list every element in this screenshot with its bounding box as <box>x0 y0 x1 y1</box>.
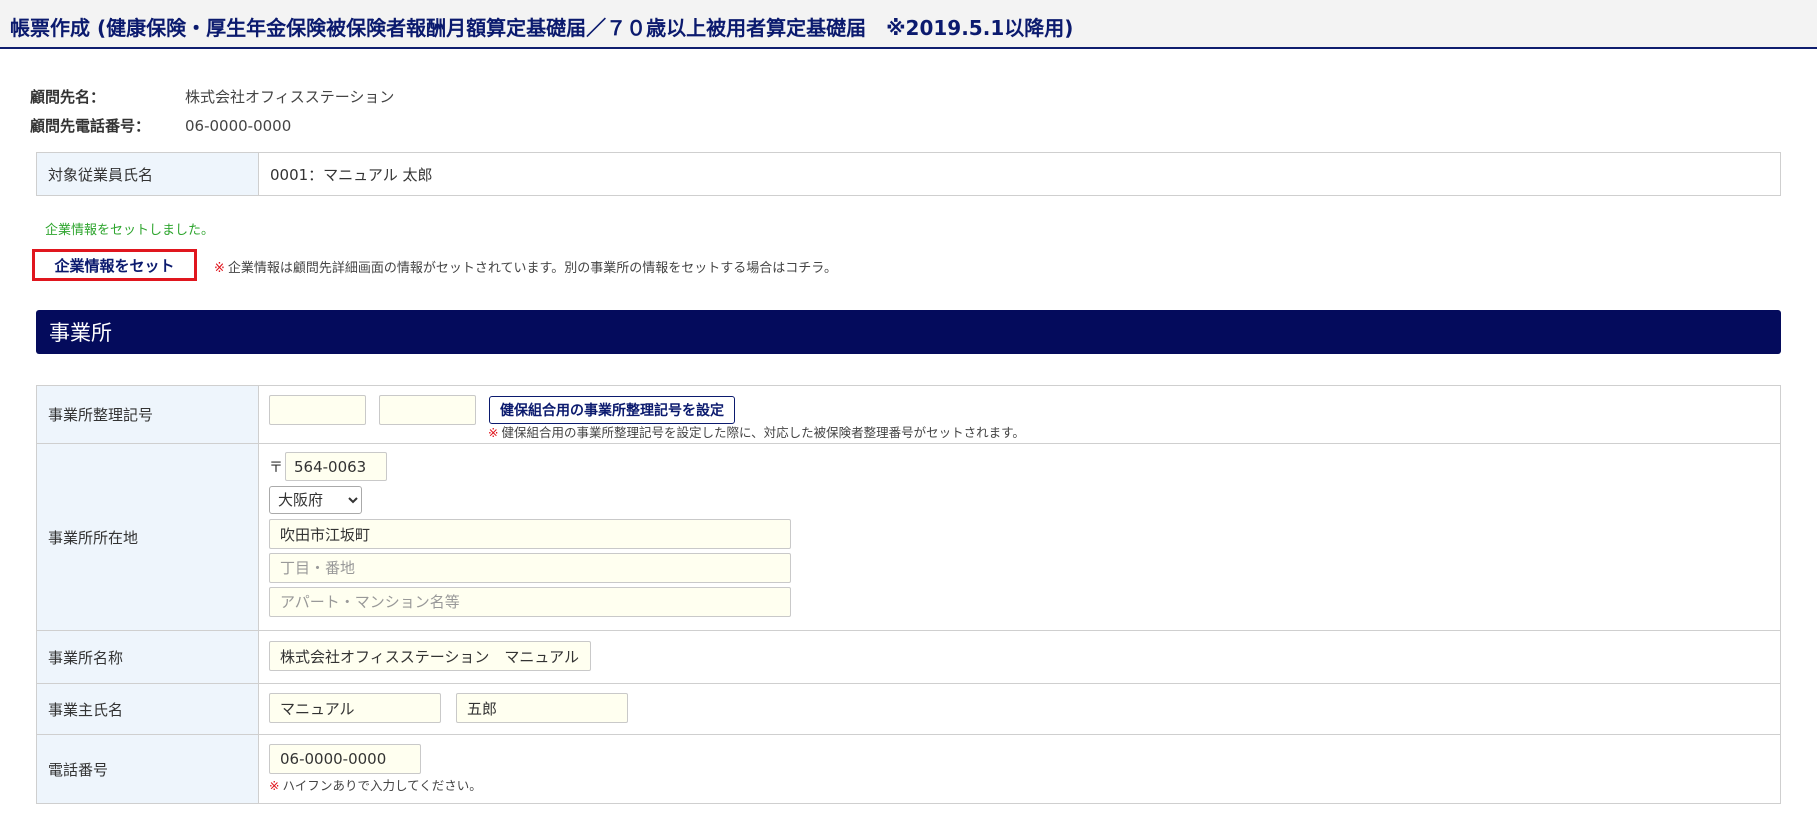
owner-last-name-input[interactable] <box>269 693 441 723</box>
client-phone-label: 顧問先電話番号： <box>30 117 151 135</box>
employee-value: 0001：マニュアル 太郎 <box>270 165 433 184</box>
company-info-note-text: 企業情報は顧問先詳細画面の情報がセットされています。別の事業所の情報をセットする… <box>227 261 837 276</box>
company-info-set-message: 企業情報をセットしました。 <box>45 223 215 238</box>
office-address-cell: 〒 大阪府 <box>259 444 1780 630</box>
office-code-note: ※ 健保組合用の事業所整理記号を設定した際に、対応した被保険者整理番号がセットされ… <box>488 422 1780 441</box>
owner-first-name-input[interactable] <box>456 693 628 723</box>
page-header: 帳票作成 (健康保険・厚生年金保険被保険者報酬月額算定基礎届／７０歳以上被用者算… <box>0 0 1817 49</box>
phone-label: 電話番号 <box>37 735 259 803</box>
note-mark: ※ <box>269 778 280 793</box>
office-name-cell <box>259 631 1780 683</box>
company-info-note: ※ 企業情報は顧問先詳細画面の情報がセットされています。別の事業所の情報をセットす… <box>214 257 837 276</box>
phone-input[interactable] <box>269 744 421 774</box>
row-owner-name: 事業主氏名 <box>37 684 1780 735</box>
office-name-label: 事業所名称 <box>37 631 259 683</box>
row-phone: 電話番号 ※ハイフンありで入力してください。 <box>37 735 1780 803</box>
client-info: 顧問先名： 株式会社オフィスステーション 顧問先電話番号： 06-0000-00… <box>30 82 394 140</box>
postal-code-input[interactable] <box>285 452 387 481</box>
employee-table: 対象従業員氏名 0001：マニュアル 太郎 <box>36 152 1781 196</box>
phone-cell: ※ハイフンありで入力してください。 <box>259 735 1780 803</box>
client-phone-value: 06-0000-0000 <box>185 116 292 135</box>
phone-note: ※ ハイフンありで入力してください。 <box>269 775 1780 794</box>
prefecture-select[interactable]: 大阪府 <box>269 486 362 514</box>
building-input[interactable] <box>269 587 791 617</box>
section-office-header: 事業所 <box>36 310 1781 354</box>
client-phone-row: 顧問先電話番号： 06-0000-0000 <box>30 111 394 140</box>
page-title: 帳票作成 (健康保険・厚生年金保険被保険者報酬月額算定基礎届／７０歳以上被用者算… <box>10 16 1074 40</box>
row-office-code: 事業所整理記号 健保組合用の事業所整理記号を設定 ※ 健保組合用の事業所整理記号を… <box>37 386 1780 444</box>
postal-mark: 〒 <box>269 459 283 476</box>
office-code-cell: 健保組合用の事業所整理記号を設定 ※ 健保組合用の事業所整理記号を設定した際に、対… <box>259 386 1780 443</box>
set-health-union-code-button[interactable]: 健保組合用の事業所整理記号を設定 <box>489 396 735 424</box>
employee-label: 対象従業員氏名 <box>37 153 259 195</box>
office-code-label: 事業所整理記号 <box>37 386 259 443</box>
office-code-input-1[interactable] <box>269 395 366 425</box>
city-input[interactable] <box>269 519 791 549</box>
phone-note-text: ハイフンありで入力してください。 <box>282 778 482 793</box>
street-input[interactable] <box>269 553 791 583</box>
office-name-input[interactable] <box>269 641 591 671</box>
office-address-label: 事業所所在地 <box>37 444 259 630</box>
client-name-row: 顧問先名： 株式会社オフィスステーション <box>30 82 394 111</box>
set-company-info-button[interactable]: 企業情報をセット <box>32 249 197 281</box>
office-code-input-2[interactable] <box>379 395 476 425</box>
office-code-note-text: 健保組合用の事業所整理記号を設定した際に、対応した被保険者整理番号がセットされま… <box>501 425 1025 440</box>
client-name-label: 顧問先名： <box>30 88 106 106</box>
owner-name-cell <box>259 684 1780 734</box>
office-form: 事業所整理記号 健保組合用の事業所整理記号を設定 ※ 健保組合用の事業所整理記号を… <box>36 385 1781 804</box>
note-mark: ※ <box>214 261 225 276</box>
row-office-address: 事業所所在地 〒 大阪府 <box>37 444 1780 631</box>
client-name-value: 株式会社オフィスステーション <box>185 88 395 106</box>
owner-name-label: 事業主氏名 <box>37 684 259 734</box>
note-mark: ※ <box>488 425 499 440</box>
row-office-name: 事業所名称 <box>37 631 1780 684</box>
